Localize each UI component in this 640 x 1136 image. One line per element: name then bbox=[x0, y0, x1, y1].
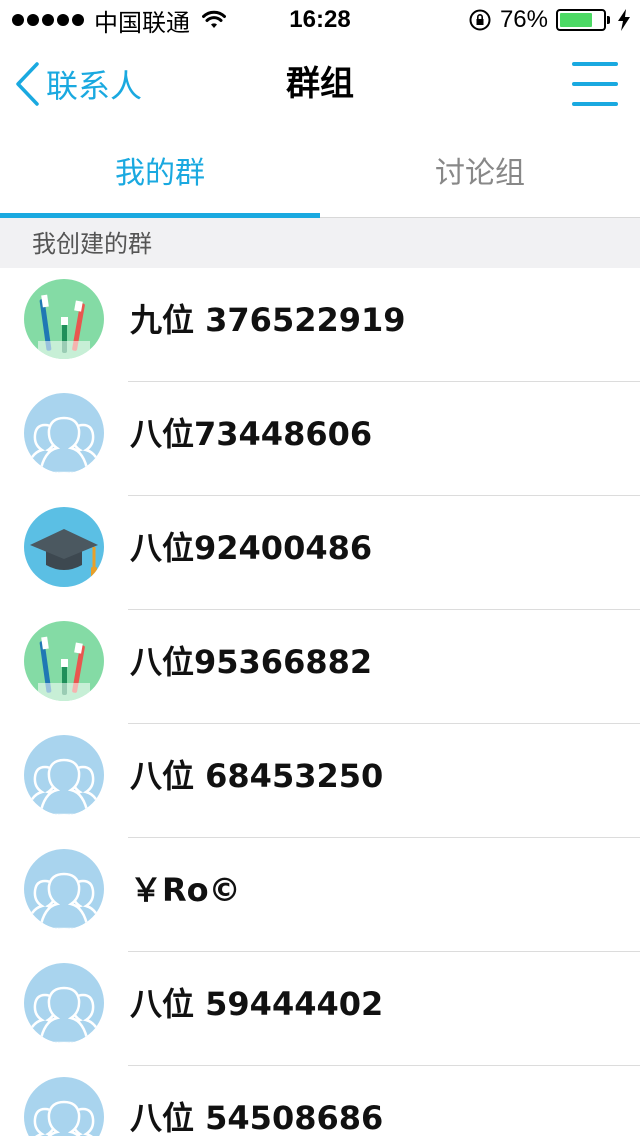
group-list: 九位 376522919 八位73448606 八位92400486 八位953668… bbox=[0, 268, 640, 1136]
group-name: ￥Ro© bbox=[130, 871, 241, 909]
tab-my-groups[interactable]: 我的群 bbox=[0, 128, 320, 218]
group-name: 八位92400486 bbox=[130, 529, 373, 567]
group-name: 八位73448606 bbox=[130, 415, 373, 453]
page-title: 群组 bbox=[286, 64, 354, 104]
menu-icon[interactable] bbox=[572, 62, 618, 106]
group-avatar-people-icon bbox=[24, 1077, 104, 1136]
battery-percent: 76% bbox=[499, 6, 548, 33]
battery-fill bbox=[560, 13, 592, 27]
group-list-item[interactable]: 八位 59444402 bbox=[0, 952, 640, 1066]
charging-bolt-icon bbox=[618, 9, 630, 31]
group-name: 八位 59444402 bbox=[130, 985, 384, 1023]
group-list-item[interactable]: ￥Ro© bbox=[0, 838, 640, 952]
group-name: 八位 54508686 bbox=[130, 1099, 384, 1136]
section-header: 我创建的群 bbox=[0, 218, 640, 268]
group-avatar-people-icon bbox=[24, 393, 104, 473]
tab-bar: 我的群 讨论组 bbox=[0, 128, 640, 218]
group-name: 八位95366882 bbox=[130, 643, 373, 681]
group-avatar-toothbrush-icon bbox=[24, 279, 104, 359]
group-name: 八位 68453250 bbox=[130, 757, 384, 795]
status-bar: 中国联通 16:28 76% bbox=[0, 0, 640, 40]
group-list-item[interactable]: 八位73448606 bbox=[0, 382, 640, 496]
group-list-item[interactable]: 九位 376522919 bbox=[0, 268, 640, 382]
group-list-item[interactable]: 八位 54508686 bbox=[0, 1066, 640, 1136]
group-list-item[interactable]: 八位95366882 bbox=[0, 610, 640, 724]
group-avatar-people-icon bbox=[24, 735, 104, 815]
group-avatar-people-icon bbox=[24, 963, 104, 1043]
group-avatar-graduation-cap-icon bbox=[24, 507, 104, 587]
rotation-lock-icon bbox=[469, 9, 491, 31]
status-right: 76% bbox=[468, 0, 630, 40]
group-name: 九位 376522919 bbox=[130, 301, 406, 339]
group-list-item[interactable]: 八位92400486 bbox=[0, 496, 640, 610]
group-avatar-toothbrush-icon bbox=[24, 621, 104, 701]
group-avatar-people-icon bbox=[24, 849, 104, 929]
battery-icon bbox=[556, 9, 610, 31]
group-list-item[interactable]: 八位 68453250 bbox=[0, 724, 640, 838]
tab-discussion-groups[interactable]: 讨论组 bbox=[320, 128, 640, 218]
navigation-bar: 联系人 群组 bbox=[0, 40, 640, 128]
